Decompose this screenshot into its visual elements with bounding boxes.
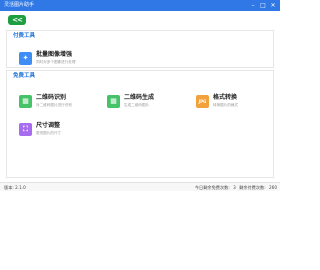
tool-name: 批量图像增强 <box>36 51 73 58</box>
tool-name: 尺寸调整 <box>36 122 61 129</box>
app-title: 灵活图片助手 <box>4 2 35 8</box>
qr-scan-icon: ▦ <box>19 95 32 108</box>
free-tools-section: 免费工具 ▦ 二维码识别 对二维码图片进行识别 ▦ 二维码生成 生成二维码图片 … <box>6 70 274 178</box>
paid-tools-section: 付费工具 ✦ 批量图像增强 同时对多个图像进行处理 <box>6 30 274 68</box>
status-bar: 版本: 2.1.0 今日剩余免费次数: 3 剩余付费次数: 260 <box>0 182 280 191</box>
version-label: 版本: 2.1.0 <box>4 185 26 190</box>
today-count-label: 今日剩余免费次数: <box>194 185 230 190</box>
format-convert-icon: JPG PNG <box>196 95 209 117</box>
usage-counts: 今日剩余免费次数: 3 剩余付费次数: 260 <box>193 184 277 191</box>
image-enhance-icon: ✦ <box>19 52 32 65</box>
title-bar: 灵活图片助手 – □ ✕ <box>0 0 280 11</box>
maximize-button[interactable]: □ <box>258 0 268 11</box>
tool-description: 更改图片的尺寸 <box>36 131 62 135</box>
tool-name: 二维码生成 <box>124 94 155 101</box>
tool-description: 对二维码图片进行识别 <box>36 103 72 107</box>
close-button[interactable]: ✕ <box>268 0 278 11</box>
minimize-button[interactable]: – <box>248 0 258 11</box>
tool-description: 生成二维码图片 <box>124 103 150 107</box>
back-button[interactable]: << <box>8 15 26 25</box>
total-count-value: 260 <box>269 185 277 190</box>
qr-generate-icon: ▦ <box>107 95 120 108</box>
paid-tools-title: 付费工具 <box>13 33 36 39</box>
free-tools-title: 免费工具 <box>13 73 36 79</box>
tool-description: 转换图片的格式 <box>213 103 239 107</box>
today-count-value: 3 <box>233 185 236 190</box>
tool-name: 格式转换 <box>213 94 238 101</box>
total-count-label: 剩余付费次数: <box>239 185 266 190</box>
tool-description: 同时对多个图像进行处理 <box>36 60 76 64</box>
tool-name: 二维码识别 <box>36 94 67 101</box>
resize-icon: ⛶ <box>19 123 32 136</box>
